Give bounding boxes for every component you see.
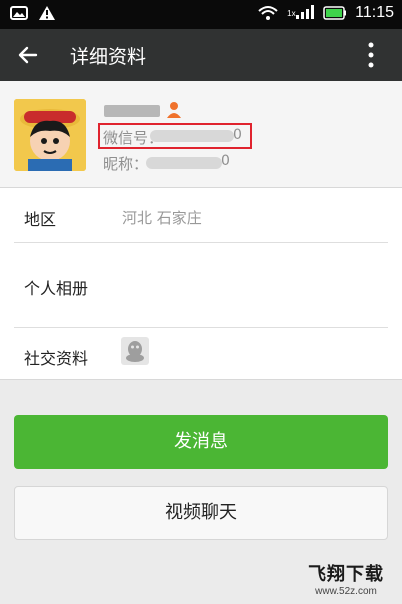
list-item-album[interactable]: 个人相册 <box>0 243 402 327</box>
warning-icon <box>39 6 55 20</box>
gender-icon <box>167 102 181 118</box>
image-icon <box>10 6 28 20</box>
avatar[interactable] <box>14 99 86 171</box>
status-time: 11:15 <box>355 4 394 21</box>
watermark-url: www.52z.com <box>315 586 377 597</box>
nickname-redacted <box>146 157 222 169</box>
watermark: 飞翔下载 www.52z.com <box>308 560 384 597</box>
list-item-social[interactable]: 社交资料 <box>0 328 402 380</box>
list-item-region[interactable]: 地区 河北 石家庄 <box>0 188 402 243</box>
video-chat-button[interactable]: 视频聊天 <box>14 486 388 540</box>
name-redacted <box>104 105 160 117</box>
send-message-button[interactable]: 发消息 <box>14 415 388 469</box>
album-label: 个人相册 <box>24 279 89 298</box>
nickname-label: 昵称： <box>103 155 149 173</box>
signal-icon: 1x <box>287 4 315 22</box>
watermark-title: 飞翔下载 <box>308 564 384 585</box>
nickname-tail: 0 <box>221 153 230 169</box>
qq-icon <box>121 337 149 365</box>
social-label: 社交资料 <box>24 349 89 368</box>
profile-header: 微信号： 0 昵称： 0 <box>0 81 402 187</box>
wechat-id-redacted <box>150 130 234 142</box>
region-label: 地区 <box>24 210 57 229</box>
region-value: 河北 石家庄 <box>122 209 202 227</box>
wechat-id-tail: 0 <box>233 127 242 143</box>
back-arrow-icon[interactable] <box>16 43 40 67</box>
nav-bar: 详细资料 <box>0 29 402 81</box>
more-vertical-icon[interactable] <box>368 41 374 69</box>
status-bar: 1x 11:15 <box>0 0 402 29</box>
page-title: 详细资料 <box>70 46 147 68</box>
battery-icon <box>323 6 347 20</box>
wifi-icon <box>258 6 278 20</box>
detail-list: 地区 河北 石家庄 个人相册 社交资料 <box>0 187 402 380</box>
